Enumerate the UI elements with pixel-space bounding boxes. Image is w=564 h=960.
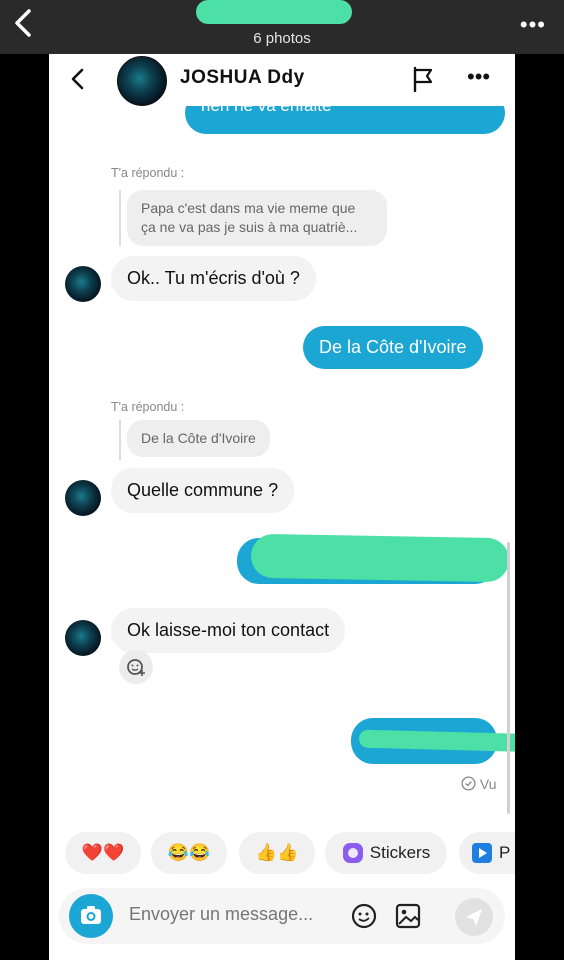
gallery-icon[interactable] (393, 901, 423, 931)
quick-reaction-laugh[interactable]: 😂😂 (151, 832, 227, 874)
reply-quote-bar (119, 420, 121, 460)
sender-avatar[interactable] (65, 480, 101, 516)
more-options-icon[interactable]: ••• (467, 64, 490, 90)
reply-quote-line: Papa c'est dans ma vie meme que (141, 200, 356, 216)
stickers-label: Stickers (369, 843, 431, 862)
message-incoming[interactable]: Ok.. Tu m'écris d'où ? (111, 256, 316, 301)
message-input[interactable] (129, 904, 349, 925)
sender-avatar[interactable] (65, 620, 101, 656)
sticker-face-icon[interactable] (349, 901, 379, 931)
camera-icon (81, 906, 101, 924)
contact-name[interactable]: JOSHUA Ddy (180, 67, 305, 89)
reply-quote[interactable]: Papa c'est dans ma vie meme que ça ne va… (127, 190, 387, 246)
back-chevron-icon[interactable] (67, 66, 89, 92)
stickers-button[interactable]: Stickers (325, 832, 447, 874)
message-composer (59, 888, 505, 944)
seen-check-icon (461, 776, 476, 791)
reply-quote-line: ça ne va pas je suis à ma quatriè... (141, 219, 358, 235)
play-icon (472, 843, 492, 863)
more-chip[interactable]: P (459, 832, 515, 874)
seen-status: Vu (461, 776, 497, 792)
reply-label: T'a répondu : (111, 400, 185, 414)
reply-label: T'a répondu : (111, 166, 185, 180)
send-icon (466, 909, 482, 926)
sticker-icon (342, 843, 363, 863)
redaction-scribble (196, 0, 352, 24)
quick-reaction-hearts[interactable]: ❤️❤️ (65, 832, 141, 874)
photo-viewer-bar: 6 photos ••• (0, 0, 564, 54)
smiley-add-icon (127, 659, 145, 676)
message-outgoing[interactable]: De la Côte d'Ivoire (303, 326, 483, 369)
report-flag-icon[interactable] (411, 66, 435, 92)
chat-screen: JOSHUA Ddy ••• rien ne va enfaite JOSHUA… (49, 54, 515, 960)
photos-count: 6 photos (253, 30, 311, 47)
sender-avatar[interactable] (65, 266, 101, 302)
send-button[interactable] (455, 898, 493, 936)
chip-label: P (499, 843, 511, 862)
message-incoming[interactable]: Quelle commune ? (111, 468, 295, 513)
reply-quote-bar (119, 190, 121, 246)
add-reaction-button[interactable] (119, 650, 153, 684)
redaction-scribble (250, 533, 510, 583)
scrollbar[interactable] (507, 542, 510, 814)
reply-quote[interactable]: De la Côte d'Ivoire (127, 420, 270, 457)
more-options-icon[interactable]: ••• (520, 12, 546, 38)
message-incoming[interactable]: Ok laisse-moi ton contact (111, 608, 346, 653)
camera-button[interactable] (69, 894, 113, 938)
seen-label: Vu (479, 776, 497, 792)
quick-reaction-thumbs[interactable]: 👍👍 (239, 832, 315, 874)
contact-avatar[interactable] (117, 56, 167, 106)
